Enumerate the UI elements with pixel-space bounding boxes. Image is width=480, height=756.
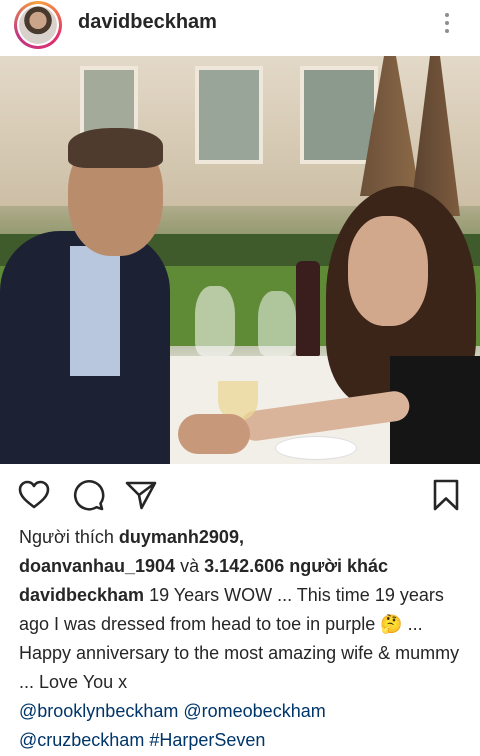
liker-username[interactable]: duymanh2909, — [119, 527, 244, 547]
likes-prefix: Người thích — [19, 527, 114, 547]
more-dot — [445, 29, 449, 33]
photo-wine-bottle — [296, 261, 320, 356]
post-header: davidbeckham — [0, 0, 480, 52]
liker-username[interactable]: doanvanhau_1904 — [19, 556, 175, 576]
photo-man-hair — [68, 128, 163, 168]
post-photo[interactable] — [0, 56, 480, 464]
likes-and: và — [180, 556, 200, 576]
thinking-face-emoji: 🤔 — [380, 614, 403, 634]
photo-glass — [195, 286, 235, 356]
mention-link[interactable]: @brooklynbeckham — [19, 701, 178, 721]
post-caption: davidbeckham 19 Years WOW ... This time … — [19, 581, 469, 755]
comment-icon[interactable] — [71, 478, 105, 512]
mention-link[interactable]: @cruzbeckham — [19, 730, 144, 750]
bookmark-icon[interactable] — [429, 478, 463, 512]
more-dot — [445, 21, 449, 25]
more-dot — [445, 13, 449, 17]
more-vertical-icon[interactable] — [437, 10, 457, 38]
photo-man-shirt — [70, 246, 120, 376]
mention-link[interactable]: @romeobeckham — [183, 701, 325, 721]
post-username[interactable]: davidbeckham — [78, 11, 217, 34]
post-actions — [0, 472, 480, 518]
hashtag-link[interactable]: #HarperSeven — [149, 730, 265, 750]
avatar[interactable] — [14, 1, 62, 49]
send-icon[interactable] — [124, 478, 158, 512]
photo-hands — [178, 414, 250, 454]
photo-window — [195, 66, 263, 164]
photo-window — [300, 66, 378, 164]
photo-plate — [275, 436, 357, 460]
photo-woman-face — [348, 216, 428, 326]
avatar-photo — [19, 6, 57, 44]
likes-summary: Người thích duymanh2909, doanvanhau_1904… — [19, 523, 469, 581]
caption-username[interactable]: davidbeckham — [19, 585, 144, 605]
photo-glass — [258, 291, 296, 356]
likes-count[interactable]: 3.142.606 người khác — [204, 556, 388, 576]
heart-icon[interactable] — [17, 478, 51, 512]
avatar-frame — [17, 4, 59, 46]
